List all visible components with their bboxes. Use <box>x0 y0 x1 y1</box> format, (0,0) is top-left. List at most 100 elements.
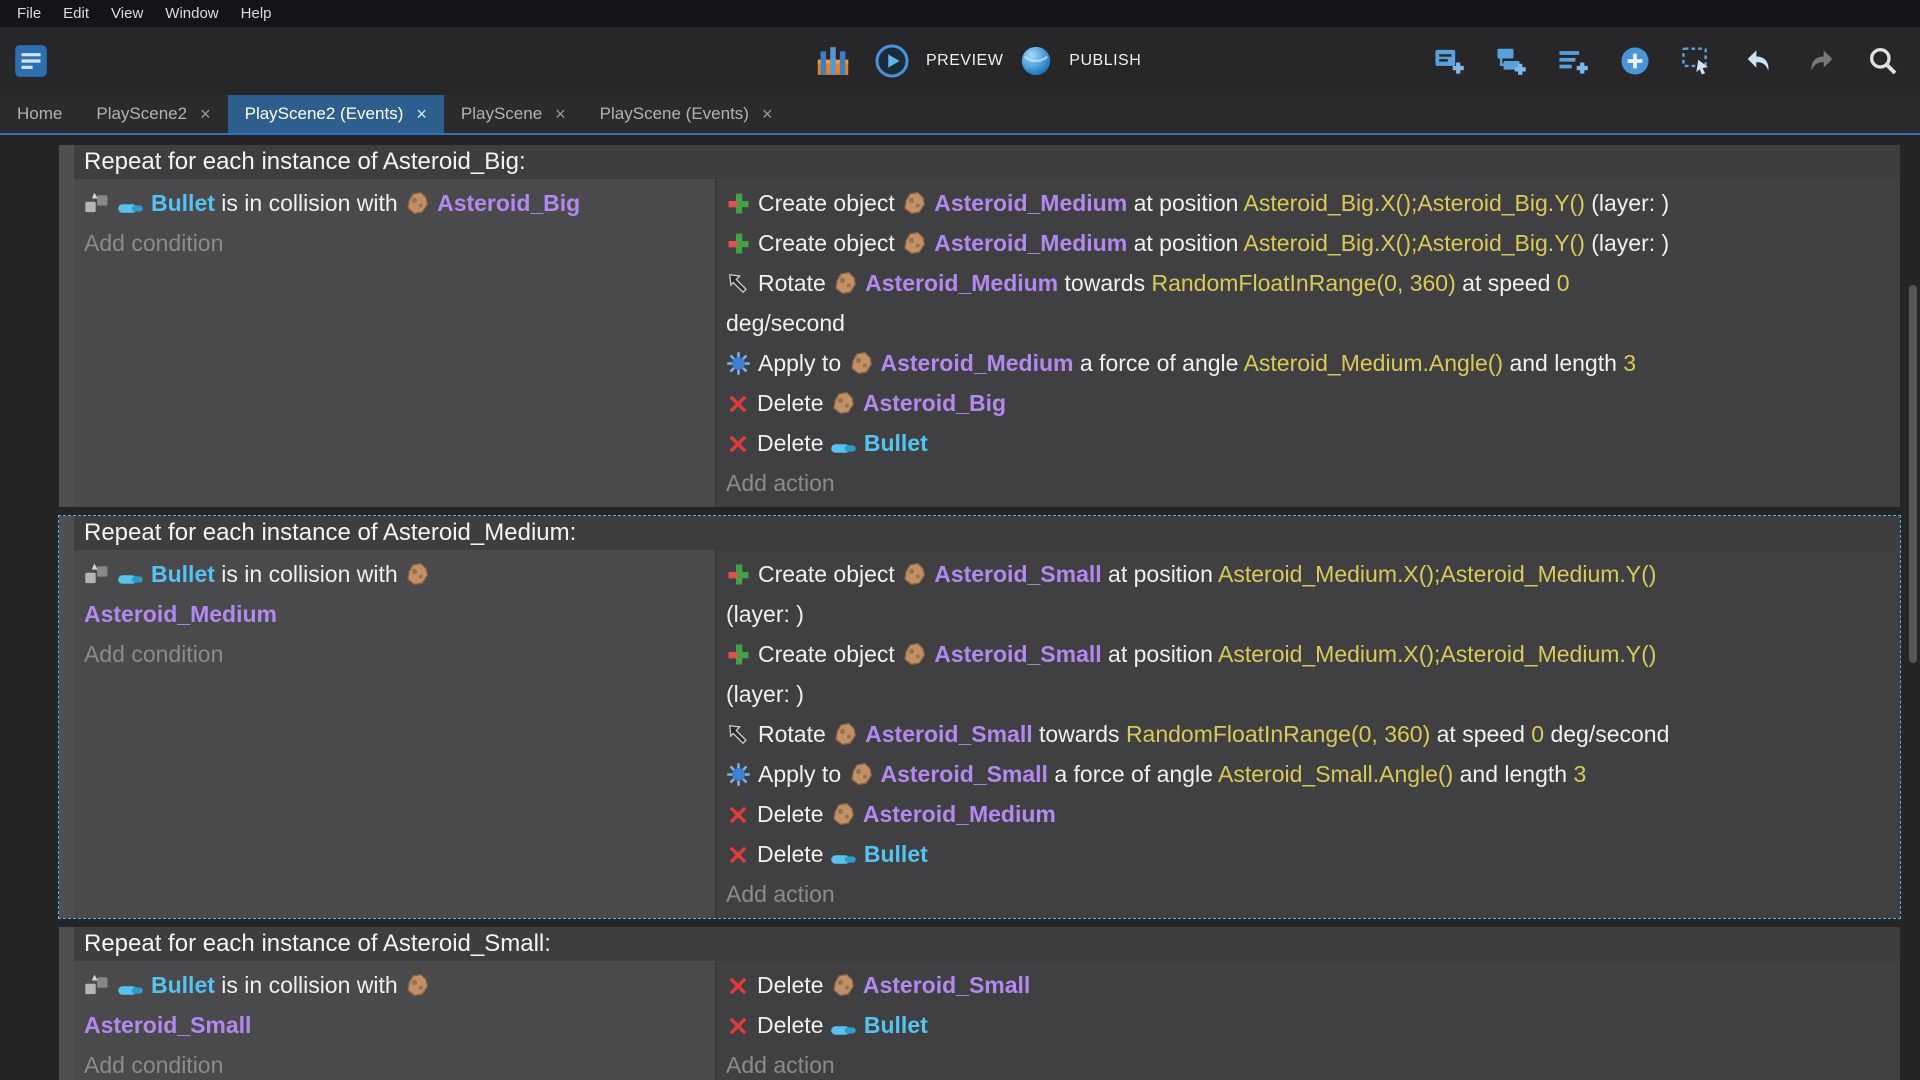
event-block[interactable]: Repeat for each instance of Asteroid_Sma… <box>58 926 1901 1080</box>
event-header[interactable]: Repeat for each instance of Asteroid_Med… <box>74 516 1900 550</box>
event-sheet[interactable]: Repeat for each instance of Asteroid_Big… <box>0 137 1920 1080</box>
delete-icon <box>726 974 750 998</box>
create-icon <box>726 562 751 587</box>
action-row[interactable]: Delete Asteroid_Small <box>726 965 1890 1005</box>
asteroid-icon <box>404 972 430 998</box>
search-icon <box>1867 45 1899 77</box>
delete-icon <box>726 843 750 867</box>
close-icon[interactable]: × <box>200 105 211 123</box>
text-segment: Delete <box>757 841 830 867</box>
add-action-link[interactable]: Add action <box>726 463 1890 503</box>
add-event-button[interactable] <box>1433 45 1472 77</box>
delete-icon <box>726 392 750 416</box>
add-condition-link[interactable]: Add condition <box>84 634 705 674</box>
event-header[interactable]: Repeat for each instance of Asteroid_Big… <box>74 145 1900 179</box>
event-header[interactable]: Repeat for each instance of Asteroid_Sma… <box>74 927 1900 961</box>
tab-home[interactable]: Home <box>0 95 79 133</box>
rotate-icon <box>726 722 751 747</box>
asteroid-icon <box>901 561 927 587</box>
text-segment: deg/second <box>1544 721 1669 747</box>
menu-file[interactable]: File <box>6 1 52 26</box>
close-icon[interactable]: × <box>555 105 566 123</box>
event-block[interactable]: Repeat for each instance of Asteroid_Big… <box>58 144 1901 508</box>
text-segment: Asteroid_Medium <box>84 601 277 627</box>
bullet-icon <box>830 441 857 456</box>
text-segment: Create object <box>758 641 901 667</box>
action-row[interactable]: Delete Bullet <box>726 1005 1890 1045</box>
action-row[interactable]: Create object Asteroid_Small at position… <box>726 554 1890 634</box>
event-drag-handle[interactable] <box>59 927 74 1080</box>
debugger-button[interactable] <box>815 43 858 79</box>
bullet-icon <box>830 852 857 867</box>
redo-icon <box>1805 45 1837 77</box>
event-block[interactable]: Repeat for each instance of Asteroid_Med… <box>58 515 1901 919</box>
action-row[interactable]: Delete Bullet <box>726 423 1890 463</box>
add-subevent-button[interactable] <box>1495 45 1534 77</box>
action-row[interactable]: Create object Asteroid_Medium at positio… <box>726 223 1890 263</box>
condition-row[interactable]: Bullet is in collision with Asteroid_Sma… <box>84 965 705 1045</box>
add-condition-link[interactable]: Add condition <box>84 223 705 263</box>
select-events-icon <box>1681 45 1713 77</box>
text-segment: (layer: ) <box>726 601 804 627</box>
text-segment: Delete <box>757 801 830 827</box>
action-row[interactable]: Rotate Asteroid_Small towards RandomFloa… <box>726 714 1890 754</box>
asteroid-icon <box>832 270 858 296</box>
text-segment: Asteroid_Medium.X();Asteroid_Medium.Y() <box>1218 561 1656 587</box>
tab-playscene2[interactable]: PlayScene2× <box>79 95 227 133</box>
scrollbar-thumb[interactable] <box>1909 285 1917 663</box>
action-row[interactable]: Delete Bullet <box>726 834 1890 874</box>
menu-edit[interactable]: Edit <box>52 1 100 26</box>
project-manager-button[interactable] <box>12 39 56 83</box>
action-row[interactable]: Create object Asteroid_Small at position… <box>726 634 1890 714</box>
action-row[interactable]: Apply to Asteroid_Small a force of angle… <box>726 754 1890 794</box>
action-row[interactable]: Rotate Asteroid_Medium towards RandomFlo… <box>726 263 1890 343</box>
tab-label: PlayScene <box>461 104 542 124</box>
actions-cell[interactable]: Delete Asteroid_SmallDelete BulletAdd ac… <box>716 961 1900 1080</box>
undo-icon <box>1743 45 1775 77</box>
bullet-icon <box>117 983 144 998</box>
close-icon[interactable]: × <box>762 105 773 123</box>
conditions-cell[interactable]: Bullet is in collision with Asteroid_Big… <box>74 179 716 507</box>
text-segment: Asteroid_Big.X();Asteroid_Big.Y() <box>1244 230 1585 256</box>
action-row[interactable]: Apply to Asteroid_Medium a force of angl… <box>726 343 1890 383</box>
add-comment-button[interactable] <box>1557 45 1596 77</box>
menu-window[interactable]: Window <box>154 1 229 26</box>
event-drag-handle[interactable] <box>59 145 74 507</box>
action-row[interactable]: Delete Asteroid_Big <box>726 383 1890 423</box>
tab-playscene-events[interactable]: PlayScene (Events)× <box>583 95 790 133</box>
search-button[interactable] <box>1867 45 1906 77</box>
menu-help[interactable]: Help <box>230 1 283 26</box>
conditions-cell[interactable]: Bullet is in collision with Asteroid_Sma… <box>74 961 716 1080</box>
text-segment: Bullet <box>864 841 928 867</box>
add-action-link[interactable]: Add action <box>726 1045 1890 1080</box>
add-circle-button[interactable] <box>1619 45 1658 77</box>
text-segment: Bullet <box>151 972 215 998</box>
add-action-link[interactable]: Add action <box>726 874 1890 914</box>
condition-row[interactable]: Bullet is in collision with Asteroid_Med… <box>84 554 705 634</box>
collision-icon <box>84 190 110 216</box>
tab-playscene2-events[interactable]: PlayScene2 (Events)× <box>228 95 444 133</box>
action-row[interactable]: Delete Asteroid_Medium <box>726 794 1890 834</box>
condition-row[interactable]: Bullet is in collision with Asteroid_Big <box>84 183 705 223</box>
redo-button[interactable] <box>1805 45 1844 77</box>
conditions-cell[interactable]: Bullet is in collision with Asteroid_Med… <box>74 550 716 918</box>
event-drag-handle[interactable] <box>59 516 74 918</box>
menu-view[interactable]: View <box>100 1 154 26</box>
text-segment: (layer: ) <box>1585 190 1669 216</box>
asteroid-icon <box>404 561 430 587</box>
preview-button[interactable]: PREVIEW <box>874 43 1003 79</box>
publish-button[interactable]: PUBLISH <box>1019 44 1141 78</box>
action-row[interactable]: Create object Asteroid_Medium at positio… <box>726 183 1890 223</box>
debugger-icon <box>815 43 851 79</box>
actions-cell[interactable]: Create object Asteroid_Medium at positio… <box>716 179 1900 507</box>
text-segment: Asteroid_Small <box>934 641 1101 667</box>
undo-button[interactable] <box>1743 45 1782 77</box>
asteroid-icon <box>830 390 856 416</box>
actions-cell[interactable]: Create object Asteroid_Small at position… <box>716 550 1900 918</box>
close-icon[interactable]: × <box>416 105 427 123</box>
add-condition-link[interactable]: Add condition <box>84 1045 705 1080</box>
text-segment: Asteroid_Medium <box>863 801 1056 827</box>
select-events-button[interactable] <box>1681 45 1720 77</box>
rotate-icon <box>726 271 751 296</box>
tab-playscene[interactable]: PlayScene × <box>444 95 583 133</box>
